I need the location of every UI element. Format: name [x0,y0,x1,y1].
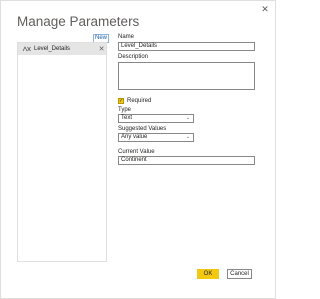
cancel-button[interactable]: Cancel [227,269,252,279]
chevron-down-icon: ⌄ [185,115,190,121]
type-select[interactable]: Text ⌄ [118,114,194,123]
list-item[interactable]: Level_Details ✕ [18,43,106,55]
close-button[interactable]: ✕ [260,4,270,14]
remove-parameter-button[interactable]: ✕ [97,45,106,53]
parameter-name: Level_Details [34,46,71,52]
suggested-values-select[interactable]: Any value ⌄ [118,133,194,142]
suggested-values-select-value: Any value [121,134,148,140]
ok-button[interactable]: OK [197,269,219,279]
dialog-title: Manage Parameters [17,14,140,29]
name-label: Name [118,34,135,40]
suggested-values-label: Suggested Values [118,126,167,132]
current-value-label: Current Value [118,149,155,155]
description-textarea[interactable] [118,62,255,90]
chevron-down-icon: ⌄ [185,134,190,140]
current-value-input[interactable]: Continent [118,156,255,165]
type-label: Type [118,107,132,113]
name-input[interactable]: Level_Details [118,42,255,51]
manage-parameters-dialog: ✕ Manage Parameters New Level_Details ✕ … [0,0,276,299]
parameter-icon [22,45,32,53]
required-checkbox[interactable]: ✓ [118,98,124,104]
parameter-list: Level_Details ✕ [17,42,107,262]
description-label: Description [118,54,149,60]
required-label: Required [127,98,152,104]
type-select-value: Text [121,115,133,121]
